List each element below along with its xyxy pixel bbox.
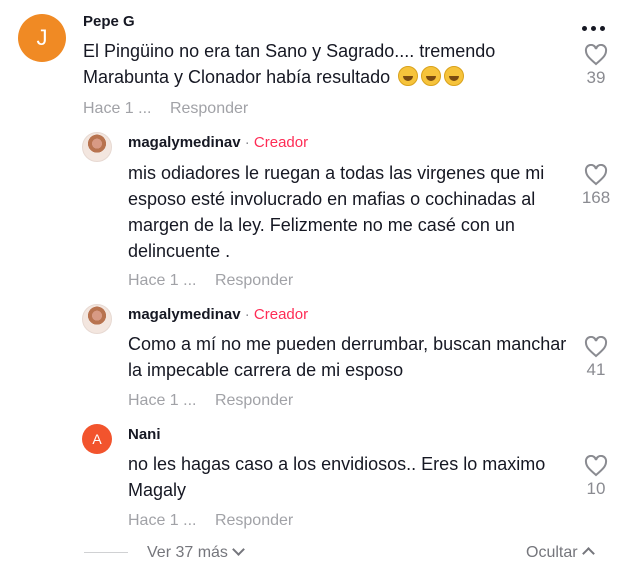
comment-username-line: magalymedinav · Creador: [128, 306, 308, 323]
comment-username[interactable]: magalymedinav: [128, 306, 241, 323]
comment-username[interactable]: Pepe G: [83, 13, 135, 30]
comment-meta: Hace 1 ... Responder: [128, 392, 293, 410]
hide-label: Ocultar: [526, 544, 578, 561]
avatar-letter: J: [36, 25, 48, 50]
avatar[interactable]: J: [18, 14, 66, 62]
avatar[interactable]: [82, 132, 112, 162]
comment-text: no les hagas caso a los envidiosos.. Ere…: [128, 454, 546, 500]
comment-text: El Pingüino no era tan Sano y Sagrado...…: [83, 38, 563, 90]
creator-badge: Creador: [253, 306, 309, 323]
avatar[interactable]: [82, 304, 112, 334]
more-options-icon[interactable]: [582, 24, 610, 34]
comment-text: Como a mí no me pueden derrumbar, buscan…: [128, 334, 567, 380]
reply-button[interactable]: Responder: [215, 272, 293, 289]
comment-time: Hace 1 ...: [128, 392, 197, 409]
like-button[interactable]: 39: [576, 44, 616, 88]
comment-username-line: magalymedinav · Creador: [128, 134, 308, 151]
reply-button[interactable]: Responder: [215, 512, 293, 529]
heart-icon: [584, 455, 608, 477]
comment-time: Hace 1 ...: [83, 100, 152, 117]
divider: [84, 552, 128, 553]
avatar-letter: A: [92, 431, 102, 447]
creator-badge: Creador: [253, 134, 309, 151]
separator-dot: ·: [244, 306, 250, 323]
grimacing-face-icon: [444, 66, 465, 86]
comment-meta: Hace 1 ... Responder: [128, 512, 293, 530]
comment-time: Hace 1 ...: [128, 512, 197, 529]
hide-replies-button[interactable]: Ocultar: [526, 544, 595, 562]
comment-time: Hace 1 ...: [128, 272, 197, 289]
comment-meta: Hace 1 ... Responder: [83, 100, 248, 118]
view-more-label: Ver 37 más: [147, 544, 228, 561]
heart-icon: [584, 336, 608, 358]
like-count: 39: [586, 68, 606, 87]
chevron-down-icon: [232, 543, 245, 556]
avatar[interactable]: A: [82, 424, 112, 454]
grimacing-face-icon: [398, 66, 419, 86]
comment-meta: Hace 1 ... Responder: [128, 272, 293, 290]
like-count: 41: [586, 360, 606, 379]
view-more-replies-button[interactable]: Ver 37 más: [147, 543, 245, 562]
separator-dot: ·: [244, 134, 250, 151]
reply-button[interactable]: Responder: [170, 100, 248, 117]
comment-text: mis odiadores le ruegan a todas las virg…: [128, 163, 545, 261]
like-button[interactable]: 41: [576, 336, 616, 380]
like-button[interactable]: 10: [576, 455, 616, 499]
reply-button[interactable]: Responder: [215, 392, 293, 409]
comment-username[interactable]: Nani: [128, 426, 161, 443]
comment-username[interactable]: magalymedinav: [128, 134, 241, 151]
grimacing-face-icon: [421, 66, 442, 86]
like-count: 168: [581, 188, 611, 207]
like-count: 10: [586, 479, 606, 498]
chevron-up-icon: [581, 547, 595, 560]
heart-icon: [584, 44, 608, 66]
heart-icon: [584, 164, 608, 186]
like-button[interactable]: 168: [576, 164, 616, 208]
